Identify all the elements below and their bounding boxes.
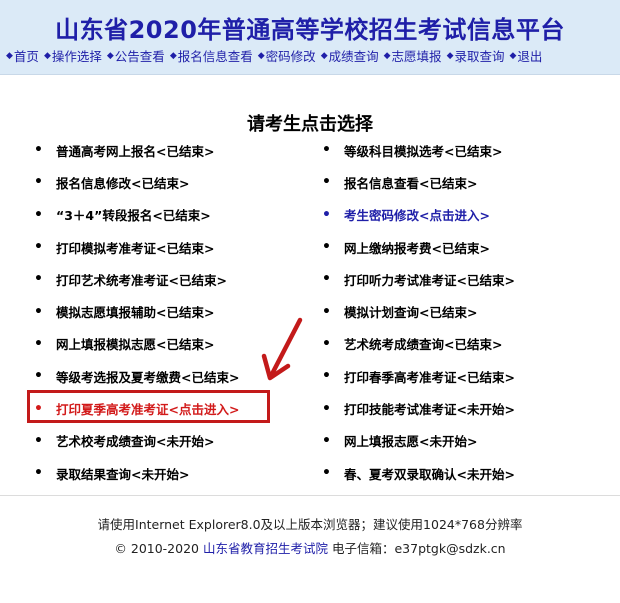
- option-item[interactable]: • 打印听力考试准考证<已结束>: [320, 263, 620, 295]
- bullet-icon: •: [34, 174, 43, 191]
- diamond-icon: ◆: [6, 50, 13, 61]
- bullet-icon: •: [322, 368, 331, 385]
- bullet-icon: •: [322, 400, 331, 417]
- bullet-icon: •: [322, 465, 331, 482]
- top-nav: ◆ 首页 ◆ 操作选择 ◆ 公告查看 ◆ 报名信息查看 ◆ 密码修改 ◆ 成绩查询 ◆ 志愿填…: [6, 46, 618, 65]
- nav-logout[interactable]: ◆ 退出: [510, 46, 543, 65]
- option-item[interactable]: • 打印春季高考准考证<已结束>: [320, 360, 620, 392]
- nav-password-change[interactable]: ◆ 密码修改: [258, 46, 316, 65]
- option-item[interactable]: • 网上填报志愿<未开始>: [320, 425, 620, 457]
- diamond-icon: ◆: [383, 50, 391, 61]
- browser-notice: 请使用Internet Explorer8.0及以上版本浏览器；建议使用1024…: [97, 517, 523, 532]
- left-option-list: • 普通高考网上报名<已结束> • 报名信息修改<已结束> • “3＋4”转段报名<已…: [32, 134, 332, 489]
- option-item[interactable]: • “3＋4”转段报名<已结束>: [32, 199, 332, 231]
- option-item[interactable]: • 等级科目模拟选考<已结束>: [320, 134, 620, 166]
- bullet-icon: •: [34, 271, 43, 288]
- option-item[interactable]: • 春、夏考双录取确认<未开始>: [320, 457, 620, 489]
- option-item[interactable]: • 网上缴纳报考费<已结束>: [320, 231, 620, 263]
- nav-announcements[interactable]: ◆ 公告查看: [107, 46, 165, 65]
- bullet-icon: •: [34, 206, 43, 223]
- nav-operation-select[interactable]: ◆ 操作选择: [44, 46, 102, 65]
- diamond-icon: ◆: [106, 50, 114, 61]
- option-item[interactable]: • 录取结果查询<未开始>: [32, 457, 332, 489]
- change-password-link[interactable]: • 考生密码修改<点击进入>: [320, 199, 620, 231]
- diamond-icon: ◆: [257, 50, 265, 61]
- copyright-line: © 2010-2020 山东省教育招生考试院 电子信箱：e37ptgk@sdzk…: [114, 541, 506, 556]
- site-title: 山东省2020年普通高等学校招生考试信息平台: [55, 16, 565, 44]
- bullet-icon: •: [322, 432, 331, 449]
- bullet-icon: •: [322, 174, 331, 191]
- nav-home[interactable]: ◆ 首页: [6, 46, 39, 65]
- nav-score-query[interactable]: ◆ 成绩查询: [321, 46, 379, 65]
- bullet-icon: •: [34, 335, 43, 352]
- org-link[interactable]: 山东省教育招生考试院: [203, 541, 328, 556]
- bullet-icon: •: [322, 303, 331, 320]
- option-item[interactable]: • 打印技能考试准考证<未开始>: [320, 392, 620, 424]
- page-prompt: 请考生点击选择: [247, 114, 373, 135]
- bullet-icon: •: [322, 206, 331, 223]
- bullet-icon: •: [34, 465, 43, 482]
- diamond-icon: ◆: [320, 50, 328, 61]
- footer-divider: [0, 495, 620, 496]
- highlight-box: [27, 390, 270, 423]
- diamond-icon: ◆: [43, 50, 51, 61]
- bullet-icon: •: [34, 239, 43, 256]
- red-arrow-icon: [261, 317, 303, 381]
- diamond-icon: ◆: [509, 50, 517, 61]
- option-item[interactable]: • 普通高考网上报名<已结束>: [32, 134, 332, 166]
- right-option-list: • 等级科目模拟选考<已结束> • 报名信息查看<已结束> • 考生密码修改<点击进入…: [320, 134, 620, 489]
- option-item[interactable]: • 艺术校考成绩查询<未开始>: [32, 425, 332, 457]
- bullet-icon: •: [34, 303, 43, 320]
- bullet-icon: •: [322, 142, 331, 159]
- option-item[interactable]: • 报名信息修改<已结束>: [32, 166, 332, 198]
- option-item[interactable]: • 打印模拟考准考证<已结束>: [32, 231, 332, 263]
- option-item[interactable]: • 模拟计划查询<已结束>: [320, 295, 620, 327]
- nav-registration-info[interactable]: ◆ 报名信息查看: [170, 46, 253, 65]
- bullet-icon: •: [322, 271, 331, 288]
- bullet-icon: •: [322, 239, 331, 256]
- nav-application-fill[interactable]: ◆ 志愿填报: [384, 46, 442, 65]
- bullet-icon: •: [322, 335, 331, 352]
- bullet-icon: •: [34, 142, 43, 159]
- nav-admission-query[interactable]: ◆ 录取查询: [447, 46, 505, 65]
- bullet-icon: •: [34, 432, 43, 449]
- diamond-icon: ◆: [446, 50, 454, 61]
- diamond-icon: ◆: [169, 50, 177, 61]
- option-item[interactable]: • 艺术统考成绩查询<已结束>: [320, 328, 620, 360]
- bullet-icon: •: [34, 368, 43, 385]
- option-item[interactable]: • 打印艺术统考准考证<已结束>: [32, 263, 332, 295]
- option-item[interactable]: • 报名信息查看<已结束>: [320, 166, 620, 198]
